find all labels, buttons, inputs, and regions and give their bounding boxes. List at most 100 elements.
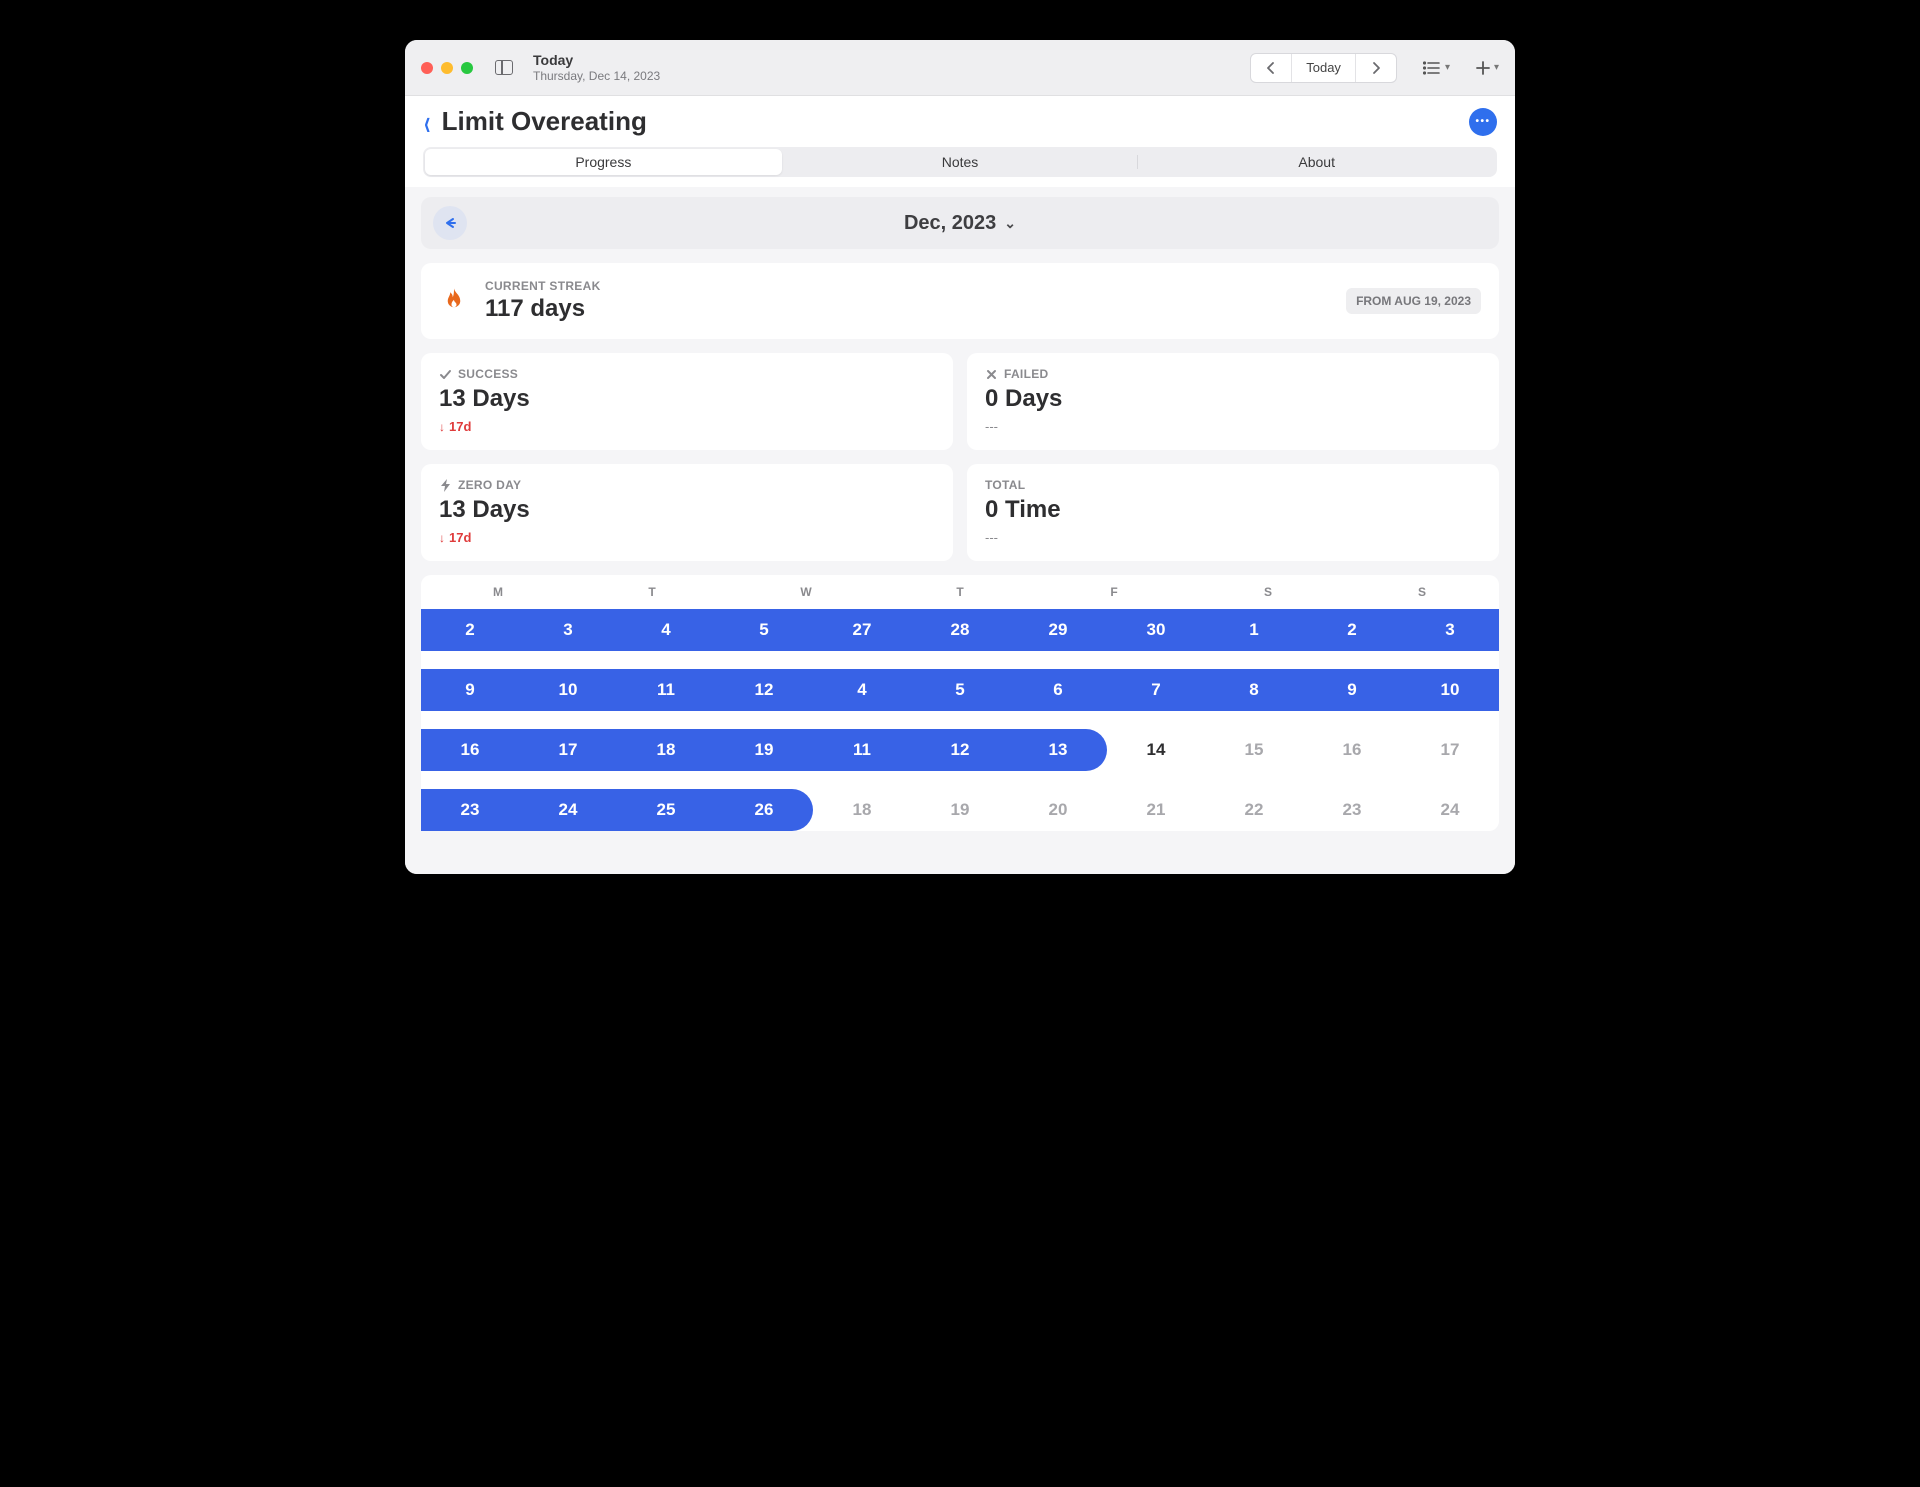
calendar-day[interactable]: 7 (1107, 680, 1205, 700)
stat-delta: --- (985, 530, 1481, 545)
header-wrap: ‹ Limit Overeating ••• Progress Notes Ab… (405, 96, 1515, 187)
calendar-day[interactable]: 22 (1205, 800, 1303, 820)
stat-failed: FAILED 0 Days --- (967, 353, 1499, 450)
tab-progress[interactable]: Progress (425, 149, 782, 175)
calendar-row: 234527282930123 (421, 609, 1499, 651)
calendar-day[interactable]: 4 (617, 620, 715, 640)
calendar-day[interactable]: 29 (1009, 620, 1107, 640)
calendar-day[interactable]: 9 (421, 680, 519, 700)
titlebar: Today Thursday, Dec 14, 2023 Today ▾ ▾ (405, 40, 1515, 96)
date-nav: Today (1250, 53, 1397, 83)
prev-day-button[interactable] (1251, 53, 1291, 83)
stat-delta: ↓17d (439, 530, 935, 545)
down-arrow-icon: ↓ (439, 531, 445, 545)
calendar-day[interactable]: 6 (1009, 680, 1107, 700)
calendar-day[interactable]: 19 (911, 800, 1009, 820)
calendar-day[interactable]: 16 (1303, 740, 1401, 760)
calendar-day[interactable]: 8 (1205, 680, 1303, 700)
dow-cell: S (1345, 585, 1499, 599)
calendar-dow: M T W T F S S (421, 585, 1499, 609)
calendar-day[interactable]: 16 (421, 740, 519, 760)
calendar-day[interactable]: 25 (617, 800, 715, 820)
stat-label-text: ZERO DAY (458, 478, 521, 492)
back-button[interactable]: ‹ (424, 103, 430, 139)
calendar-day[interactable]: 4 (813, 680, 911, 700)
chevron-down-icon: ▾ (1494, 62, 1499, 73)
calendar-day[interactable]: 18 (813, 800, 911, 820)
calendar-day[interactable]: 15 (1205, 740, 1303, 760)
streak-text: CURRENT STREAK 117 days (485, 279, 601, 323)
tab-notes[interactable]: Notes (782, 149, 1139, 175)
dow-cell: T (575, 585, 729, 599)
calendar-day[interactable]: 9 (1303, 680, 1401, 700)
calendar-cells: 1617181911121314151617 (421, 729, 1499, 771)
calendar-day[interactable]: 18 (617, 740, 715, 760)
calendar-day[interactable]: 28 (911, 620, 1009, 640)
add-menu[interactable]: ▾ (1476, 61, 1499, 75)
calendar-day[interactable]: 27 (813, 620, 911, 640)
calendar-day[interactable]: 1 (1205, 620, 1303, 640)
calendar-day[interactable]: 11 (813, 740, 911, 760)
maximize-window-button[interactable] (461, 62, 473, 74)
stat-label-text: TOTAL (985, 478, 1025, 492)
calendar-day[interactable]: 14 (1107, 740, 1205, 760)
minimize-window-button[interactable] (441, 62, 453, 74)
calendar-day[interactable]: 11 (617, 680, 715, 700)
stat-value: 13 Days (439, 385, 935, 413)
calendar-row: 910111245678910 (421, 669, 1499, 711)
prev-month-button[interactable] (433, 206, 467, 240)
flame-icon (439, 286, 469, 316)
more-menu-button[interactable]: ••• (1469, 108, 1497, 136)
calendar-day[interactable]: 2 (1303, 620, 1401, 640)
calendar-day[interactable]: 10 (519, 680, 617, 700)
calendar: M T W T F S S 234527282930123 9101112456… (421, 575, 1499, 831)
app-window: Today Thursday, Dec 14, 2023 Today ▾ ▾ ‹… (405, 40, 1515, 874)
calendar-day[interactable]: 5 (911, 680, 1009, 700)
dow-cell: T (883, 585, 1037, 599)
calendar-day[interactable]: 30 (1107, 620, 1205, 640)
calendar-day[interactable]: 17 (1401, 740, 1499, 760)
calendar-day[interactable]: 23 (421, 800, 519, 820)
today-button[interactable]: Today (1291, 53, 1356, 83)
calendar-day[interactable]: 17 (519, 740, 617, 760)
page-title: Limit Overeating (442, 106, 647, 137)
calendar-day[interactable]: 12 (911, 740, 1009, 760)
stat-label-text: FAILED (1004, 367, 1048, 381)
calendar-day[interactable]: 3 (1401, 620, 1499, 640)
stat-value: 0 Days (985, 385, 1481, 413)
calendar-day[interactable]: 2 (421, 620, 519, 640)
calendar-day[interactable]: 5 (715, 620, 813, 640)
calendar-row: 1617181911121314151617 (421, 729, 1499, 771)
calendar-day[interactable]: 24 (519, 800, 617, 820)
toggle-sidebar-button[interactable] (495, 60, 513, 75)
window-title: Today (533, 52, 660, 69)
month-label: Dec, 2023 (904, 212, 996, 235)
calendar-day[interactable]: 13 (1009, 740, 1107, 760)
calendar-cells: 234527282930123 (421, 609, 1499, 651)
chevron-down-icon: ▾ (1445, 62, 1450, 73)
next-day-button[interactable] (1356, 53, 1396, 83)
calendar-day[interactable]: 24 (1401, 800, 1499, 820)
title-block: Today Thursday, Dec 14, 2023 (533, 52, 660, 83)
month-picker[interactable]: Dec, 2023 ⌄ (904, 212, 1016, 235)
calendar-day[interactable]: 26 (715, 800, 813, 820)
tabs: Progress Notes About (423, 147, 1497, 177)
dow-cell: W (729, 585, 883, 599)
calendar-rows: 234527282930123 910111245678910 16171819… (421, 609, 1499, 831)
stat-value: 13 Days (439, 496, 935, 524)
calendar-day[interactable]: 23 (1303, 800, 1401, 820)
tab-about[interactable]: About (1138, 149, 1495, 175)
calendar-day[interactable]: 3 (519, 620, 617, 640)
calendar-day[interactable]: 21 (1107, 800, 1205, 820)
streak-from-badge: FROM AUG 19, 2023 (1346, 288, 1481, 314)
list-menu[interactable]: ▾ (1423, 61, 1450, 75)
bolt-icon (439, 479, 452, 492)
calendar-day[interactable]: 20 (1009, 800, 1107, 820)
calendar-day[interactable]: 12 (715, 680, 813, 700)
stat-value: 0 Time (985, 496, 1481, 524)
stat-zeroday: ZERO DAY 13 Days ↓17d (421, 464, 953, 561)
calendar-day[interactable]: 19 (715, 740, 813, 760)
calendar-day[interactable]: 10 (1401, 680, 1499, 700)
close-window-button[interactable] (421, 62, 433, 74)
stat-delta: --- (985, 419, 1481, 434)
